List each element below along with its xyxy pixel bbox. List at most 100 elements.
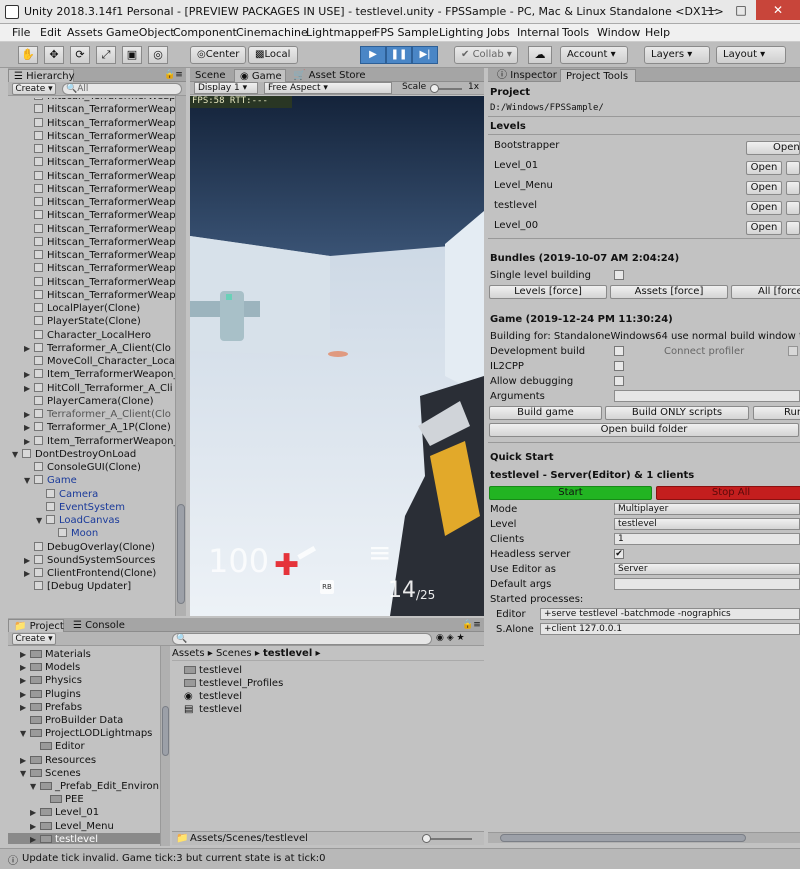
expand-arrow-icon[interactable]: ▶: [30, 833, 40, 844]
project-folder-item[interactable]: ▶ Materials: [8, 648, 91, 661]
single-level-checkbox[interactable]: [614, 270, 624, 280]
project-folder-item[interactable]: ▶ testlevel: [8, 832, 160, 844]
expand-arrow-icon[interactable]: ▼: [24, 474, 34, 487]
salone-process-args[interactable]: +client 127.0.0.1: [540, 623, 800, 635]
menu-assets[interactable]: Assets: [67, 26, 103, 39]
pause-button[interactable]: ❚❚: [386, 46, 412, 64]
breadcrumb-assets[interactable]: Assets: [172, 648, 205, 659]
expand-arrow-icon[interactable]: ▶: [20, 674, 30, 687]
project-folder-item[interactable]: ▼ Scenes: [8, 767, 81, 780]
hierarchy-item[interactable]: Character_LocalHero: [8, 329, 151, 342]
hierarchy-item[interactable]: ▶ Terraformer_A_Client(Clo: [8, 408, 171, 421]
open-level00-button[interactable]: Open: [746, 221, 782, 235]
hierarchy-create-button[interactable]: Create ▾: [12, 83, 56, 95]
level01-extra-button[interactable]: [786, 161, 800, 175]
layout-dropdown[interactable]: Layout ▾: [716, 46, 786, 64]
file-item[interactable]: ◉ testlevel: [184, 690, 242, 703]
menu-lighting[interactable]: Lighting: [439, 26, 483, 39]
hierarchy-scrollbar[interactable]: [175, 96, 186, 616]
file-item[interactable]: testlevel: [184, 664, 242, 677]
icon-size-handle[interactable]: [422, 834, 431, 843]
hierarchy-item[interactable]: ▶ Terraformer_A_Client(Clo: [8, 342, 171, 355]
clients-input[interactable]: 1: [614, 533, 800, 545]
stop-all-button[interactable]: Stop All: [656, 486, 800, 500]
tab-asset-store[interactable]: 🛒 Asset Store: [288, 69, 368, 82]
editor-process-args[interactable]: +serve testlevel -batchmode -nographics: [540, 608, 800, 620]
filter-icons[interactable]: ◉ ◈ ★: [436, 633, 465, 643]
hierarchy-item[interactable]: Hitscan_TerraformerWeapo: [8, 143, 178, 156]
hierarchy-item[interactable]: ▶ Item_TerraformerWeapon_: [8, 435, 178, 448]
project-folder-item[interactable]: PEE: [8, 793, 84, 806]
step-button[interactable]: ▶|: [412, 46, 438, 64]
project-folder-item[interactable]: ProBuilder Data: [8, 714, 123, 727]
hierarchy-item[interactable]: ▶ SoundSystemSources: [8, 554, 155, 567]
project-folder-item[interactable]: ▼ ProjectLODLightmaps: [8, 727, 152, 740]
project-folder-item[interactable]: ▶ Models: [8, 661, 80, 674]
expand-arrow-icon[interactable]: ▶: [24, 408, 34, 421]
hierarchy-item[interactable]: Hitscan_TerraformerWeapo: [8, 183, 178, 196]
pivot-local-button[interactable]: ▩Local: [248, 46, 298, 64]
menu-fps-sample[interactable]: FPS Sample: [374, 26, 439, 39]
menu-lightmapper[interactable]: Lightmapper: [306, 26, 376, 39]
cloud-icon[interactable]: ☁: [528, 46, 552, 64]
folder-scroll-thumb[interactable]: [162, 706, 169, 756]
hierarchy-item[interactable]: DebugOverlay(Clone): [8, 541, 155, 554]
expand-arrow-icon[interactable]: ▼: [20, 727, 30, 740]
open-testlevel-button[interactable]: Open: [746, 201, 782, 215]
project-folder-item[interactable]: ▶ Plugins: [8, 688, 81, 701]
levels-force-button[interactable]: Levels [force]: [489, 285, 607, 299]
scale-slider-handle[interactable]: [430, 84, 439, 93]
open-build-folder-button[interactable]: Open build folder: [489, 423, 799, 437]
expand-arrow-icon[interactable]: ▶: [20, 688, 30, 701]
menu-edit[interactable]: Edit: [40, 26, 61, 39]
file-item[interactable]: testlevel_Profiles: [184, 677, 283, 690]
hierarchy-item[interactable]: LocalPlayer(Clone): [8, 302, 140, 315]
levelmenu-extra-button[interactable]: [786, 181, 800, 195]
expand-arrow-icon[interactable]: ▼: [30, 780, 40, 793]
expand-arrow-icon[interactable]: ▶: [24, 382, 34, 395]
expand-arrow-icon[interactable]: ▶: [24, 435, 34, 448]
hierarchy-item[interactable]: Camera: [8, 488, 98, 501]
dev-build-checkbox[interactable]: [614, 346, 624, 356]
maximize-icon[interactable]: □: [726, 0, 756, 20]
project-lock-icon[interactable]: 🔒≡: [462, 620, 481, 630]
project-folder-item[interactable]: ▶ Resources: [8, 754, 96, 767]
inspector-hscrollbar[interactable]: [488, 832, 800, 843]
hierarchy-item[interactable]: [Debug Updater]: [8, 580, 131, 593]
hierarchy-search-input[interactable]: 🔍All: [62, 83, 182, 95]
hierarchy-item[interactable]: Hitscan_TerraformerWeapo: [8, 98, 178, 103]
menu-component[interactable]: Component: [173, 26, 237, 39]
testlevel-extra-button[interactable]: [786, 201, 800, 215]
menu-cinemachine[interactable]: Cinemachine: [236, 26, 308, 39]
expand-arrow-icon[interactable]: ▼: [36, 514, 46, 527]
menu-tools[interactable]: Tools: [562, 26, 589, 39]
use-editor-as-dropdown[interactable]: Server: [614, 563, 800, 575]
menu-window[interactable]: Window: [597, 26, 640, 39]
pivot-center-button[interactable]: ◎Center: [190, 46, 246, 64]
hierarchy-item[interactable]: Hitscan_TerraformerWeapo: [8, 249, 178, 262]
aspect-dropdown[interactable]: Free Aspect ▾: [264, 82, 392, 94]
rotate-tool-icon[interactable]: ⟳: [70, 46, 90, 64]
scale-tool-icon[interactable]: ⤢: [96, 46, 116, 64]
project-folder-item[interactable]: Editor: [8, 740, 85, 753]
hierarchy-item[interactable]: Hitscan_TerraformerWeapo: [8, 262, 178, 275]
menu-help[interactable]: Help: [645, 26, 670, 39]
hierarchy-item[interactable]: Hitscan_TerraformerWeapon_: [8, 223, 178, 236]
hierarchy-item[interactable]: ▶ Terraformer_A_1P(Clone): [8, 421, 171, 434]
display-dropdown[interactable]: Display 1 ▾: [194, 82, 258, 94]
move-tool-icon[interactable]: ✥: [44, 46, 64, 64]
expand-arrow-icon[interactable]: ▶: [20, 754, 30, 767]
expand-arrow-icon[interactable]: ▼: [12, 448, 22, 461]
expand-arrow-icon[interactable]: ▶: [20, 661, 30, 674]
expand-arrow-icon[interactable]: ▶: [20, 648, 30, 661]
tab-hierarchy[interactable]: ☰ Hierarchy: [8, 69, 75, 82]
connect-profiler-checkbox[interactable]: [788, 346, 798, 356]
folder-scrollbar[interactable]: [160, 646, 170, 846]
hand-tool-icon[interactable]: ✋: [18, 46, 38, 64]
hierarchy-item[interactable]: Hitscan_TerraformerWeapo: [8, 236, 178, 249]
assets-force-button[interactable]: Assets [force]: [610, 285, 728, 299]
hierarchy-item[interactable]: Hitscan_TerraformerWeapo: [8, 156, 178, 169]
play-button[interactable]: ▶: [360, 46, 386, 64]
breadcrumb-testlevel[interactable]: testlevel: [263, 648, 312, 659]
hierarchy-item[interactable]: Hitscan_TerraformerWeapo: [8, 289, 178, 302]
